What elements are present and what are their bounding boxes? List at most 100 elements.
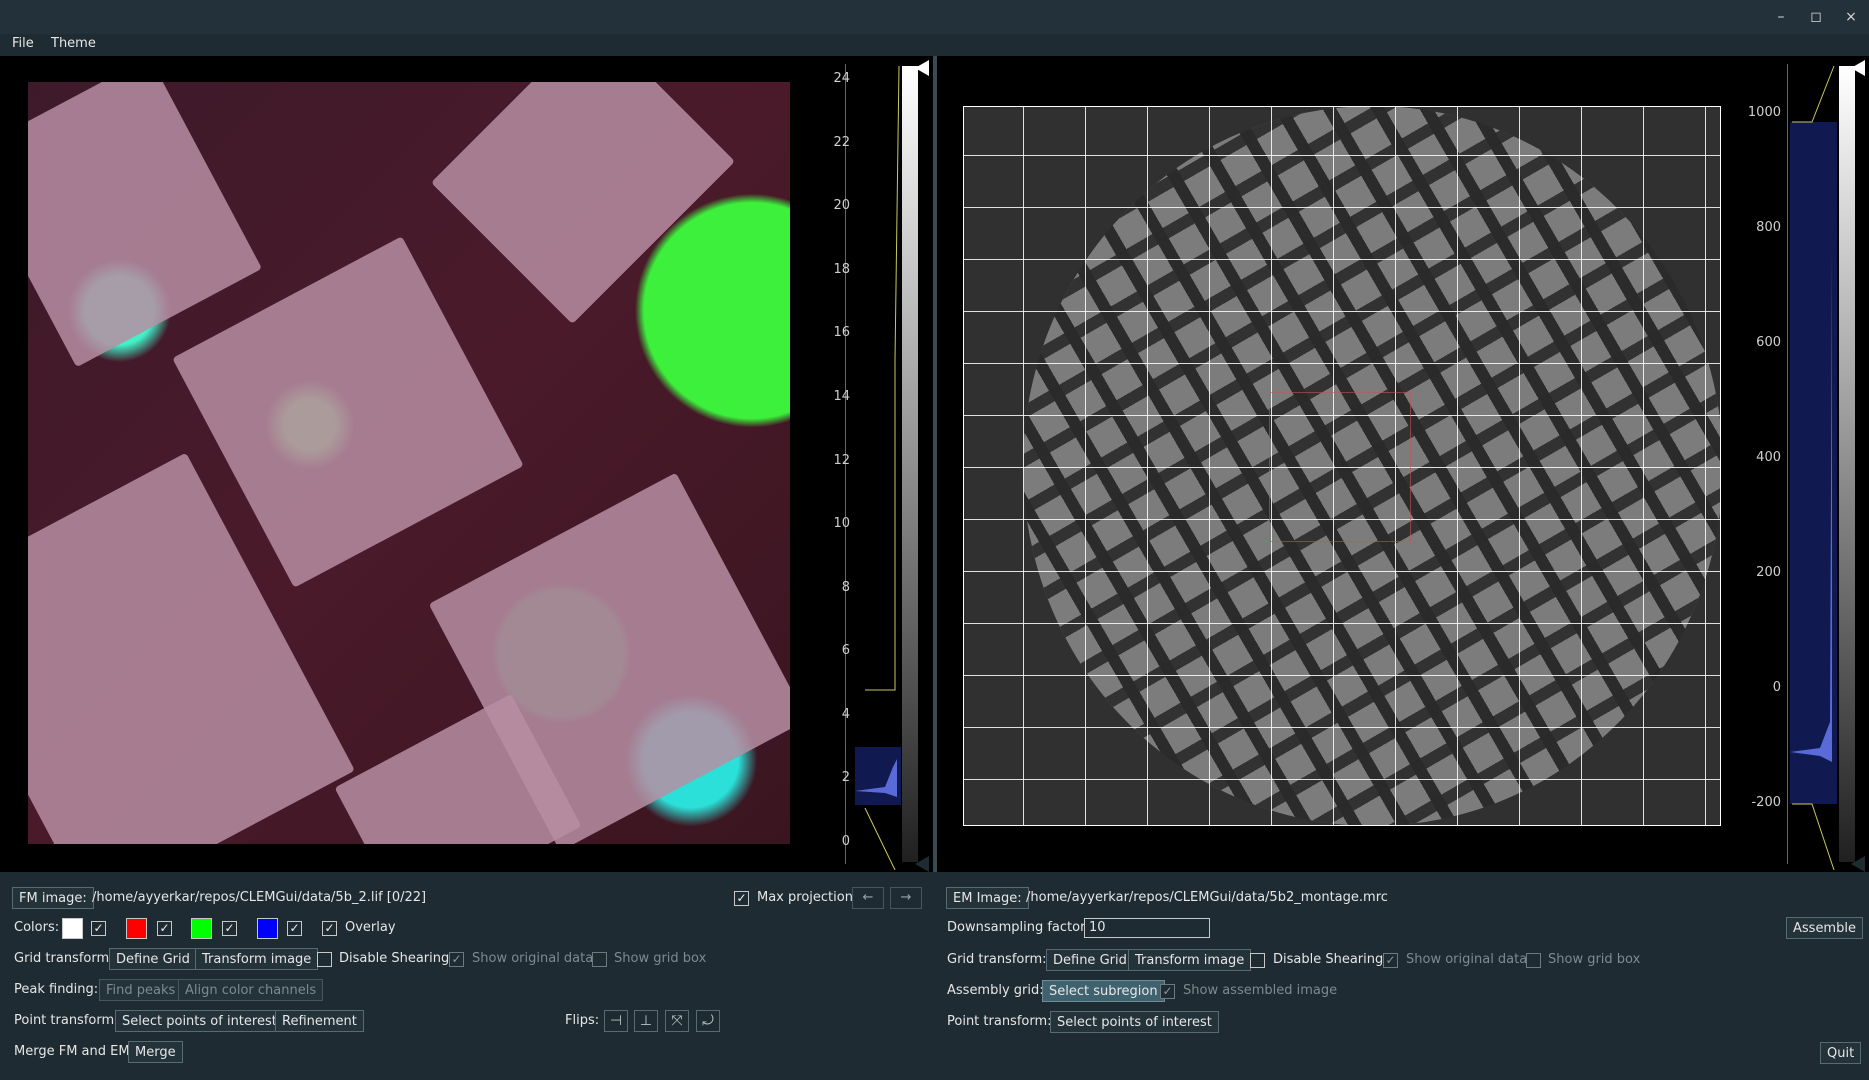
- color-swatch-red[interactable]: [126, 918, 147, 939]
- fm-axis-tick: 20: [833, 198, 850, 213]
- fm-axis-tick: 0: [841, 834, 850, 849]
- show-assembled-label: Show assembled image: [1183, 983, 1338, 998]
- fm-file-path: /home/ayyerkar/repos/CLEMGui/data/5b_2.l…: [92, 890, 427, 905]
- em-axis-tick: 800: [1756, 220, 1781, 235]
- fm-disable-shearing-checkbox[interactable]: [317, 952, 332, 967]
- max-projection-label: Max projection: [757, 890, 853, 905]
- prev-slice-button[interactable]: ←: [852, 887, 884, 909]
- merge-label: Merge FM and EM:: [14, 1044, 134, 1059]
- color-swatch-green[interactable]: [191, 918, 212, 939]
- em-axis-tick: 1000: [1747, 105, 1781, 120]
- fm-image-button[interactable]: FM image:: [12, 887, 94, 909]
- find-peaks-button[interactable]: Find peaks: [99, 979, 183, 1001]
- fm-select-poi-button[interactable]: Select points of interest: [115, 1010, 284, 1032]
- fm-show-original-label: Show original data: [472, 951, 594, 966]
- em-view-panel[interactable]: 1000 800 600 400 200 0 -200: [937, 56, 1869, 872]
- fm-show-grid-box-label: Show grid box: [614, 951, 707, 966]
- colors-label: Colors:: [14, 920, 60, 935]
- transpose-icon[interactable]: ⤧: [665, 1010, 689, 1032]
- em-file-path: /home/ayyerkar/repos/CLEMGui/data/5b2_mo…: [1026, 890, 1388, 905]
- flip-horizontal-icon[interactable]: ⊣: [604, 1010, 628, 1032]
- em-point-transform-label: Point transform:: [947, 1014, 1052, 1029]
- downsampling-input[interactable]: 10: [1084, 918, 1210, 938]
- channel-red-checkbox[interactable]: ✓: [157, 921, 172, 936]
- fm-show-grid-box-checkbox[interactable]: [592, 952, 607, 967]
- maximize-icon[interactable]: ◻: [1807, 8, 1825, 26]
- refinement-button[interactable]: Refinement: [275, 1010, 364, 1032]
- rotate-icon[interactable]: ⤾: [696, 1010, 720, 1032]
- fm-axis-tick: 10: [833, 516, 850, 531]
- em-axis-tick: 600: [1756, 335, 1781, 350]
- em-axis-tick: -200: [1751, 795, 1781, 810]
- next-slice-button[interactable]: →: [890, 887, 922, 909]
- em-image-button[interactable]: EM Image:: [946, 887, 1029, 909]
- em-lut-min-handle[interactable]: [1851, 856, 1865, 872]
- control-panel: FM image: /home/ayyerkar/repos/CLEMGui/d…: [0, 872, 1869, 1080]
- assembly-grid-label: Assembly grid:: [947, 983, 1044, 998]
- fm-axis-tick: 22: [833, 135, 850, 150]
- flips-label: Flips:: [565, 1013, 600, 1028]
- fm-axis-tick: 14: [833, 389, 850, 404]
- fm-axis-tick: 8: [841, 580, 850, 595]
- fm-view-panel[interactable]: 24 22 20 18 16 14 12 10 8 6 4 2 0: [0, 56, 933, 872]
- menu-file[interactable]: File: [12, 36, 34, 51]
- quit-button[interactable]: Quit: [1820, 1042, 1862, 1064]
- em-show-original-label: Show original data: [1406, 952, 1528, 967]
- merge-button[interactable]: Merge: [128, 1041, 183, 1063]
- fm-axis-tick: 24: [833, 71, 850, 86]
- em-disable-shearing-label: Disable Shearing: [1273, 952, 1384, 967]
- em-define-grid-button[interactable]: Define Grid: [1046, 949, 1134, 971]
- overlay-checkbox[interactable]: ✓: [322, 921, 337, 936]
- fm-lut-gradient[interactable]: [902, 66, 918, 862]
- fm-axis-tick: 4: [841, 707, 850, 722]
- assemble-button[interactable]: Assemble: [1786, 917, 1863, 939]
- fm-axis-tick: 18: [833, 262, 850, 277]
- color-swatch-white[interactable]: [62, 918, 83, 939]
- fm-axis-tick: 2: [841, 770, 850, 785]
- fm-transform-image-button[interactable]: Transform image: [195, 948, 319, 970]
- em-show-grid-box-label: Show grid box: [1548, 952, 1641, 967]
- fm-show-original-checkbox[interactable]: ✓: [449, 952, 464, 967]
- fm-disable-shearing-label: Disable Shearing: [339, 951, 450, 966]
- em-histogram-region-lines: [1792, 65, 1835, 870]
- overlay-label: Overlay: [345, 920, 396, 935]
- color-swatch-blue[interactable]: [257, 918, 278, 939]
- menu-theme[interactable]: Theme: [51, 36, 96, 51]
- em-select-poi-button[interactable]: Select points of interest: [1050, 1011, 1219, 1033]
- em-show-grid-box-checkbox[interactable]: [1526, 953, 1541, 968]
- em-transform-image-button[interactable]: Transform image: [1128, 949, 1252, 971]
- em-lut-max-handle[interactable]: [1851, 60, 1865, 76]
- minimize-icon[interactable]: –: [1772, 8, 1790, 26]
- max-projection-checkbox[interactable]: ✓: [734, 891, 749, 906]
- show-assembled-checkbox[interactable]: ✓: [1160, 984, 1175, 999]
- fm-define-grid-button[interactable]: Define Grid: [109, 948, 197, 970]
- em-disable-shearing-checkbox[interactable]: [1250, 953, 1265, 968]
- em-selected-subregion[interactable]: [1269, 392, 1411, 542]
- peak-finding-label: Peak finding:: [14, 982, 99, 997]
- channel-white-checkbox[interactable]: ✓: [91, 921, 106, 936]
- em-axis-tick: 200: [1756, 565, 1781, 580]
- fm-axis-tick: 6: [841, 643, 850, 658]
- em-show-original-checkbox[interactable]: ✓: [1383, 953, 1398, 968]
- channel-blue-checkbox[interactable]: ✓: [287, 921, 302, 936]
- select-subregion-button[interactable]: Select subregion: [1042, 980, 1165, 1002]
- em-axis-tick: 400: [1756, 450, 1781, 465]
- downsampling-label: Downsampling factor:: [947, 920, 1090, 935]
- em-lut-gradient[interactable]: [1839, 66, 1855, 862]
- close-icon[interactable]: ×: [1842, 8, 1860, 26]
- fm-axis-tick: 16: [833, 325, 850, 340]
- align-color-channels-button[interactable]: Align color channels: [178, 979, 324, 1001]
- channel-green-checkbox[interactable]: ✓: [222, 921, 237, 936]
- flip-vertical-icon[interactable]: ⊥: [634, 1010, 658, 1032]
- menu-bar: File Theme: [0, 34, 1869, 56]
- fm-image[interactable]: [28, 82, 790, 844]
- fm-lut-max-handle[interactable]: [915, 60, 929, 76]
- em-image[interactable]: [963, 106, 1721, 826]
- em-axis-line: [1787, 64, 1788, 864]
- em-grid-transform-label: Grid transform:: [947, 952, 1047, 967]
- fm-lut-min-handle[interactable]: [915, 856, 929, 872]
- title-bar: – ◻ ×: [0, 0, 1869, 35]
- fm-histogram-region-lines: [864, 65, 900, 870]
- fm-axis-tick: 12: [833, 453, 850, 468]
- fm-grid-transform-label: Grid transform:: [14, 951, 114, 966]
